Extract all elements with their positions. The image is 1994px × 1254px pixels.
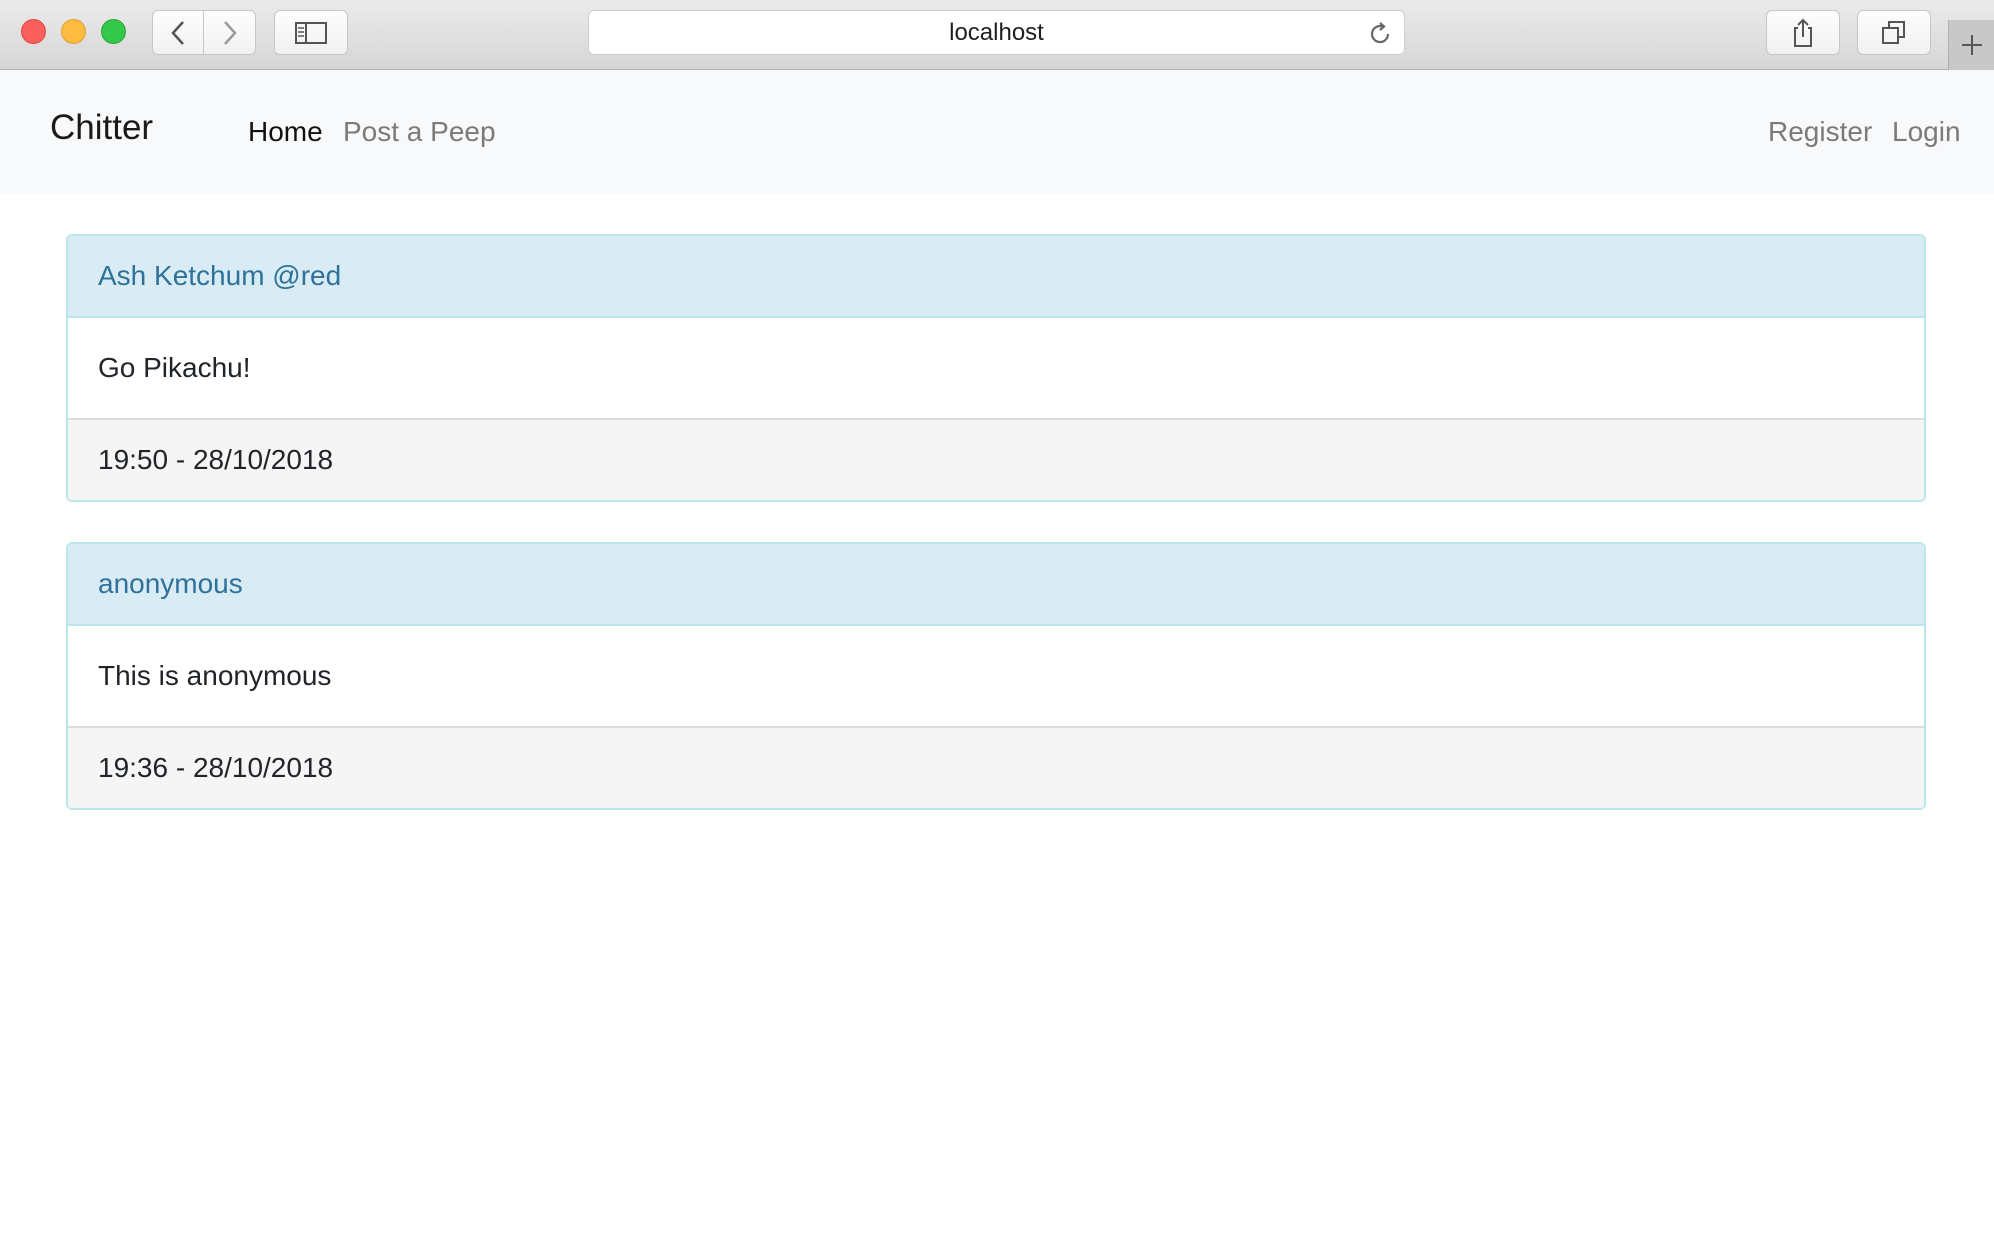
new-tab-button[interactable] xyxy=(1948,20,1994,70)
back-button[interactable] xyxy=(152,10,204,55)
nav-home-link[interactable]: Home xyxy=(248,116,323,148)
peep-author: anonymous xyxy=(68,544,1924,626)
brand-logo[interactable]: Chitter xyxy=(50,108,153,148)
share-button[interactable] xyxy=(1766,10,1840,55)
peep-timestamp: 19:36 - 28/10/2018 xyxy=(68,726,1924,808)
share-icon xyxy=(1794,18,1812,47)
nav-login-link[interactable]: Login xyxy=(1892,116,1961,148)
reload-icon[interactable] xyxy=(1366,20,1394,48)
address-text: localhost xyxy=(949,18,1044,46)
window-maximize-button[interactable] xyxy=(101,19,126,44)
chevron-right-icon xyxy=(223,20,237,45)
window-close-button[interactable] xyxy=(21,19,46,44)
window-minimize-button[interactable] xyxy=(61,19,86,44)
sidebar-icon xyxy=(295,21,327,44)
chevron-left-icon xyxy=(171,20,184,45)
tabs-overview-icon xyxy=(1882,20,1905,44)
sidebar-button[interactable] xyxy=(274,10,348,55)
navbar: Chitter Home Post a Peep Register Login xyxy=(0,70,1994,194)
peep-timestamp: 19:50 - 28/10/2018 xyxy=(68,418,1924,500)
browser-toolbar: localhost xyxy=(0,0,1994,70)
tabs-overview-button[interactable] xyxy=(1857,10,1931,55)
peep-card: anonymous This is anonymous 19:36 - 28/1… xyxy=(66,542,1926,810)
plus-icon xyxy=(1961,35,1982,55)
peep-card: Ash Ketchum @red Go Pikachu! 19:50 - 28/… xyxy=(66,234,1926,502)
peep-content: This is anonymous xyxy=(68,626,1924,726)
nav-register-link[interactable]: Register xyxy=(1768,116,1872,148)
peeps-list: Ash Ketchum @red Go Pikachu! 19:50 - 28/… xyxy=(66,234,1926,850)
peep-author: Ash Ketchum @red xyxy=(68,236,1924,318)
peep-content: Go Pikachu! xyxy=(68,318,1924,418)
address-bar[interactable]: localhost xyxy=(588,10,1405,55)
nav-post-peep-link[interactable]: Post a Peep xyxy=(343,116,496,148)
forward-button[interactable] xyxy=(204,10,256,55)
